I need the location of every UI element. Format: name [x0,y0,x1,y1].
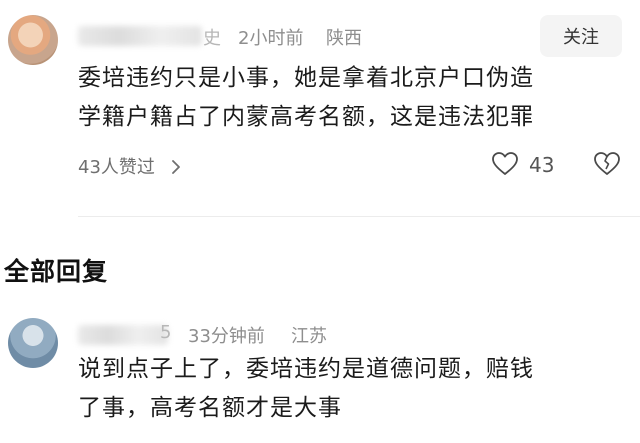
reply-location: 江苏 [291,326,327,347]
reply-line: 说到点子上了，委培违约是道德问题，赔钱 [78,356,534,382]
reply-body: 说到点子上了，委培违约是道德问题，赔钱 了事，高考名额才是大事 [78,350,638,428]
comment-location: 陕西 [326,28,362,49]
comment-time: 2小时前 [238,28,304,49]
comment-line: 学籍户籍占了内蒙高考名额，这是违法犯罪 [78,104,534,130]
avatar[interactable] [8,15,58,65]
likes-summary-link[interactable]: 43人赞过 [78,153,181,179]
likes-summary-text: 43人赞过 [78,157,155,178]
username-redacted[interactable] [78,26,202,46]
heart-outline-icon [492,152,518,180]
replies-heading: 全部回复 [4,257,109,286]
like-button[interactable] [492,152,518,180]
comment-line: 委培违约只是小事，她是拿着北京户口伪造 [78,65,534,91]
reply-username-suffix[interactable]: 5 [160,322,171,343]
reply-line: 了事，高考名额才是大事 [78,395,342,421]
reply-avatar[interactable] [8,318,58,368]
follow-button[interactable]: 关注 [540,15,622,57]
reply-username-redacted[interactable] [78,325,168,345]
reply-time: 33分钟前 [188,326,265,347]
chevron-right-icon [165,157,181,178]
username-suffix[interactable]: 史 [203,24,221,50]
broken-heart-icon [594,152,620,180]
dislike-button[interactable] [594,152,620,180]
comment-body: 委培违约只是小事，她是拿着北京户口伪造 学籍户籍占了内蒙高考名额，这是违法犯罪 [78,59,638,137]
like-count: 43 [529,153,555,177]
divider [78,216,640,217]
